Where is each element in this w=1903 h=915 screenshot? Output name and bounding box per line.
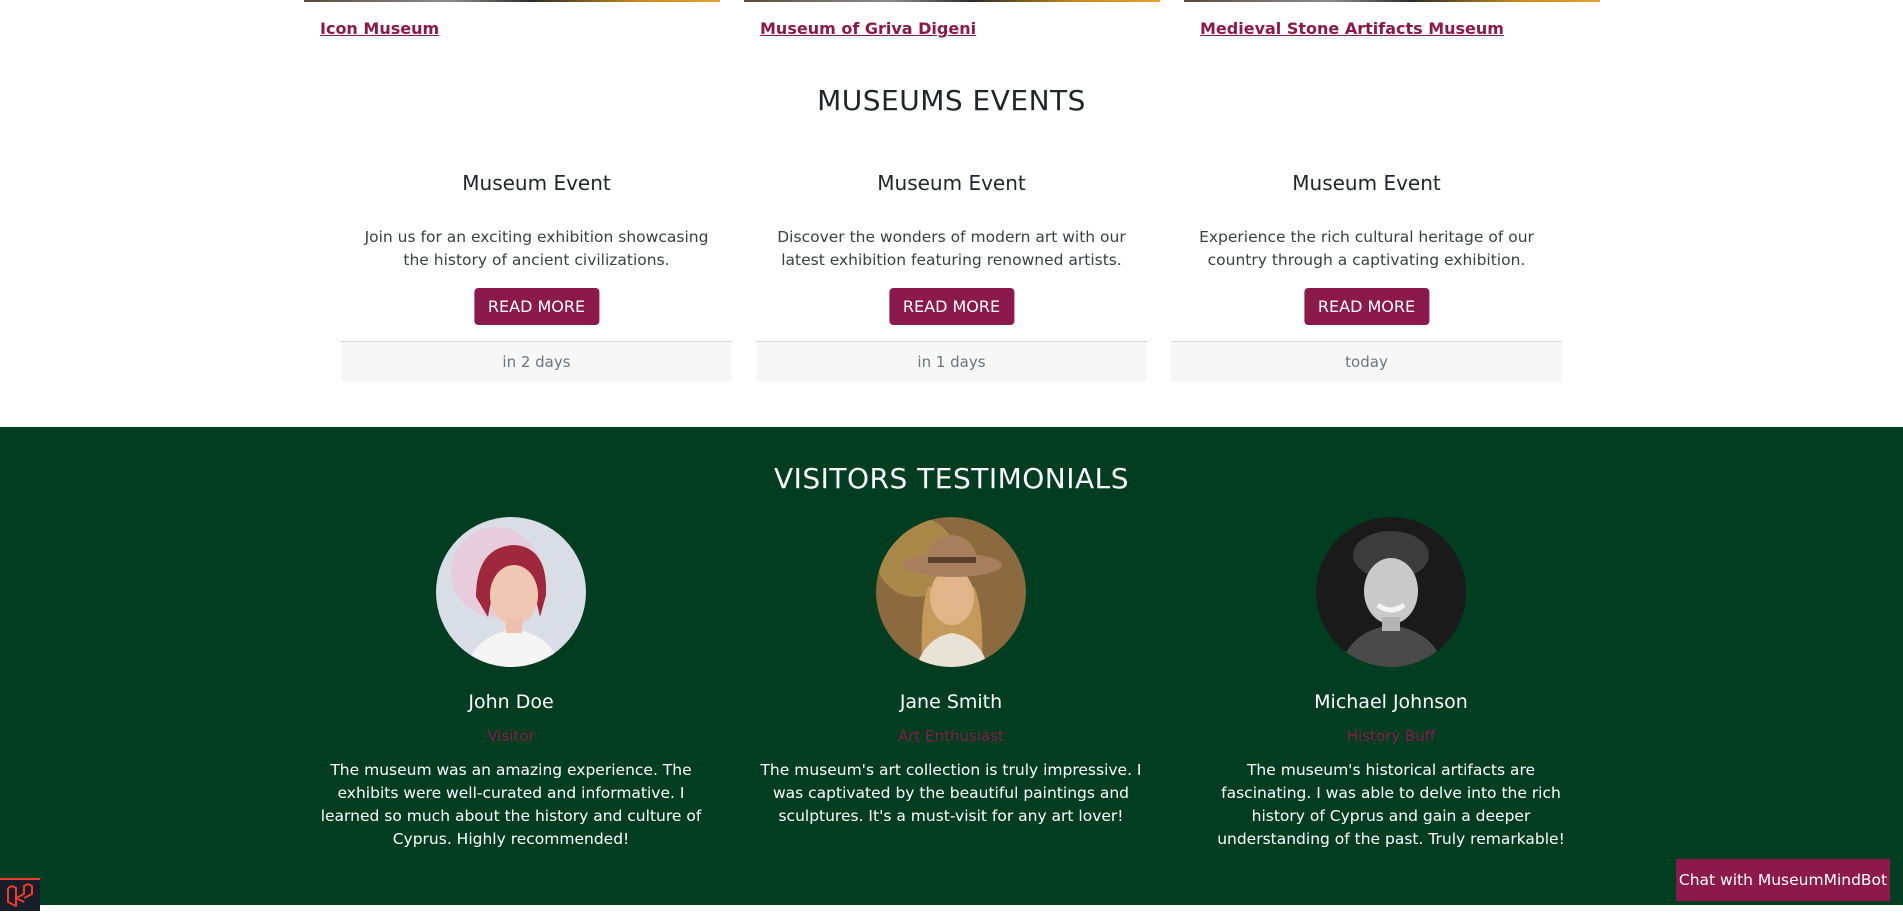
avatar [436,517,586,667]
avatar [1316,517,1466,667]
event-title: Museum Event [1292,171,1441,195]
testimonial-role: Visitor [487,727,535,745]
testimonial-quote: The museum's historical artifacts are fa… [1217,761,1565,848]
museum-thumbnail[interactable] [304,0,720,2]
event-title: Museum Event [462,171,611,195]
event-date-footer: today [1171,341,1562,382]
event-title: Museum Event [877,171,1026,195]
museum-thumbnail[interactable] [1184,0,1600,2]
testimonial-card: Michael Johnson History Buff The museum'… [1196,517,1586,851]
page-bottom-edge [0,905,1903,911]
read-more-button[interactable]: READ MORE [1303,288,1430,325]
event-date-footer: in 1 days [756,341,1147,382]
testimonial-name: John Doe [468,691,554,713]
museum-link[interactable]: Museum of Griva Digeni [760,19,976,38]
museum-card: Icon Museum [304,0,720,45]
event-description: Discover the wonders of modern art with … [777,228,1126,269]
museum-thumbnail[interactable] [744,0,1160,2]
events-section-title: MUSEUMS EVENTS [817,84,1086,117]
testimonial-name: Jane Smith [899,691,1003,713]
event-card: Museum Event Join us for an exciting exh… [341,168,732,382]
testimonial-card: John Doe Visitor The museum was an amazi… [316,517,706,851]
avatar [876,517,1026,667]
testimonial-role: History Buff [1346,727,1436,745]
museum-card: Medieval Stone Artifacts Museum [1184,0,1600,45]
event-description: Join us for an exciting exhibition showc… [364,228,709,269]
debug-toolbar-toggle[interactable] [0,878,40,911]
museum-link[interactable]: Icon Museum [320,19,439,38]
testimonial-quote: The museum's art collection is truly imp… [760,761,1142,825]
museum-links-strip: Icon Museum Museum of Griva Digeni Medie… [0,0,1903,45]
read-more-button[interactable]: READ MORE [473,288,600,325]
testimonial-name: Michael Johnson [1314,691,1468,713]
testimonial-role: Art Enthusiast [898,727,1004,745]
testimonial-quote: The museum was an amazing experience. Th… [320,761,702,848]
event-description: Experience the rich cultural heritage of… [1199,228,1534,269]
testimonials-section-title: VISITORS TESTIMONIALS [773,462,1130,495]
testimonial-card: Jane Smith Art Enthusiast The museum's a… [756,517,1146,828]
event-card: Museum Event Discover the wonders of mod… [756,168,1147,382]
event-date-footer: in 2 days [341,341,732,382]
museum-card: Museum of Griva Digeni [744,0,1160,45]
museum-link[interactable]: Medieval Stone Artifacts Museum [1200,19,1504,38]
event-card: Museum Event Experience the rich cultura… [1171,168,1562,382]
testimonials-section: VISITORS TESTIMONIALS John Doe Visitor T… [0,427,1903,905]
read-more-button[interactable]: READ MORE [888,288,1015,325]
chat-bot-button[interactable]: Chat with MuseumMindBot [1676,859,1890,901]
laravel-logo-icon [7,883,33,907]
